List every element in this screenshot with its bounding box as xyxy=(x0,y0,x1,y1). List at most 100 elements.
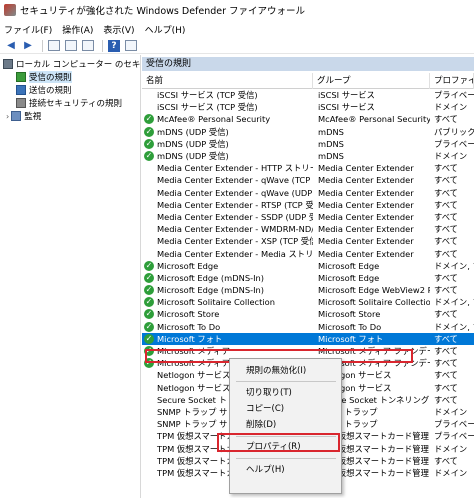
rule-profile: ドメイン xyxy=(434,406,468,417)
expand-chevron-icon[interactable]: › xyxy=(6,112,9,121)
table-row[interactable]: Media Center Extender - XSP (TCP 受信) Medi… xyxy=(142,235,474,247)
column-group[interactable]: グループ xyxy=(313,73,430,89)
rule-name: Microsoft フォト xyxy=(157,333,223,344)
disabled-rule-icon xyxy=(144,236,154,246)
rule-name: Microsoft To Do xyxy=(157,321,221,332)
rule-name: Media Center Extender - Media ストリーミ... xyxy=(157,248,313,259)
table-row[interactable]: ✓ Microsoft フォト Microsoft フォト すべて xyxy=(142,332,474,345)
menu-help[interactable]: ヘルプ(H) xyxy=(145,23,186,36)
rule-name: SNMP トラップ サ xyxy=(157,419,228,430)
table-row[interactable]: iSCSI サービス (TCP 受信) iSCSI サービス ドメイン xyxy=(142,101,474,113)
context-menu: 規則の無効化(I) 切り取り(T) コピー(C) 削除(D) プロパティ(R) … xyxy=(229,358,342,494)
rule-group: mDNS xyxy=(318,126,344,137)
ctx-help[interactable]: ヘルプ(H) xyxy=(230,463,341,477)
tree-root-local-computer[interactable]: ローカル コンピューター のセキュリティが xyxy=(3,58,140,70)
tree-item-inbound-rules[interactable]: 受信の規則 xyxy=(16,71,72,83)
rule-name-cell: ✓ Microsoft To Do xyxy=(142,321,313,332)
table-row[interactable]: iSCSI サービス (TCP 受信) iSCSI サービス プライベー xyxy=(142,89,474,101)
rule-profile: すべて xyxy=(434,370,458,381)
rule-group: Microsoft Edge WebView2 R... xyxy=(318,285,430,296)
table-row[interactable]: ✓ Microsoft Store Microsoft Store すべて xyxy=(142,308,474,320)
rule-name-cell: Media Center Extender - Media ストリーミ... xyxy=(142,248,313,260)
action-pane-icon[interactable] xyxy=(124,39,138,53)
tree-item-connection-security-rules[interactable]: 接続セキュリティの規則 xyxy=(16,97,122,109)
column-profile[interactable]: プロファイル xyxy=(430,73,474,89)
menu-action[interactable]: 操作(A) xyxy=(62,23,93,36)
table-row[interactable]: ✓ Microsoft Edge (mDNS-In) Microsoft Edge … xyxy=(142,284,474,296)
rule-profile: ドメイン xyxy=(434,102,468,113)
rule-name-cell: Media Center Extender - SSDP (UDP 受信) xyxy=(142,211,313,223)
tree-item-monitoring[interactable]: › 監視 xyxy=(6,110,41,122)
rule-profile: ドメイン, プラ xyxy=(434,321,474,332)
rule-name: Microsoft Edge (mDNS-In) xyxy=(157,285,265,296)
rule-profile: ドメイン, プラ xyxy=(434,297,474,308)
table-row[interactable]: ✓ mDNS (UDP 受信) mDNS ドメイン xyxy=(142,150,474,162)
rule-profile: プライベー xyxy=(434,90,474,101)
rule-profile: すべて xyxy=(434,272,458,283)
table-row[interactable]: Media Center Extender - qWave (TCP 受信) Me… xyxy=(142,174,474,186)
ctx-separator xyxy=(236,458,336,459)
rule-name-cell: ✓ Microsoft Store xyxy=(142,309,313,320)
rule-name-cell: ✓ Microsoft Edge xyxy=(142,260,313,271)
show-hide-tree-icon[interactable] xyxy=(64,39,78,53)
table-row[interactable]: Media Center Extender - RTSP (TCP 受信) Med… xyxy=(142,199,474,211)
table-row[interactable]: ✓ McAfee® Personal Security McAfee® Person… xyxy=(142,113,474,125)
table-row[interactable]: ✓ mDNS (UDP 受信) mDNS プライベー xyxy=(142,138,474,150)
rule-profile: すべて xyxy=(434,175,458,186)
rule-name: Secure Socket ト xyxy=(157,394,227,405)
table-row[interactable]: Media Center Extender - WMDRM-ND/R... Med… xyxy=(142,223,474,235)
rule-profile: すべて xyxy=(434,346,458,357)
menu-view[interactable]: 表示(V) xyxy=(103,23,134,36)
forward-arrow-icon[interactable]: ▶ xyxy=(21,39,35,53)
disabled-rule-icon xyxy=(144,383,154,393)
enabled-check-icon: ✓ xyxy=(144,321,154,332)
enabled-check-icon: ✓ xyxy=(144,114,154,125)
ctx-cut[interactable]: 切り取り(T) xyxy=(230,386,341,400)
ctx-copy[interactable]: コピー(C) xyxy=(230,402,341,416)
table-row[interactable]: ✓Microsoft To DoMicrosoft To Do ドメイン, プラ xyxy=(142,321,474,333)
menu-file[interactable]: ファイル(F) xyxy=(4,23,52,36)
rule-name-cell: Media Center Extender - WMDRM-ND/R... xyxy=(142,224,313,234)
help-icon[interactable]: ? xyxy=(107,39,121,53)
rule-profile: すべて xyxy=(434,309,458,320)
up-folder-icon[interactable] xyxy=(47,39,61,53)
rule-group: iSCSI サービス xyxy=(318,102,375,113)
enabled-check-icon: ✓ xyxy=(144,151,154,162)
back-arrow-icon[interactable]: ◀ xyxy=(4,39,18,53)
rule-profile: プライベー xyxy=(434,431,474,442)
table-row[interactable]: Media Center Extender - SSDP (UDP 受信) Med… xyxy=(142,211,474,223)
rule-profile: すべて xyxy=(434,236,458,247)
table-row[interactable]: Media Center Extender - qWave (UDP 受信) Me… xyxy=(142,187,474,199)
rule-profile: ドメイン xyxy=(434,467,468,478)
table-row[interactable]: Media Center Extender - Media ストリーミ... Me… xyxy=(142,247,474,259)
table-row[interactable]: Media Center Extender - HTTP ストリーミ... Med… xyxy=(142,162,474,174)
toolbar-separator xyxy=(102,39,103,52)
rule-profile: プライベー xyxy=(434,419,474,430)
rule-group: Media Center Extender xyxy=(318,211,414,222)
rule-group: Media Center Extender xyxy=(318,187,414,198)
table-row[interactable]: ✓ Microsoft Edge (mDNS-In) Microsoft Edge す… xyxy=(142,272,474,284)
title-bar: セキュリティが強化された Windows Defender ファイアウォール xyxy=(0,0,474,20)
menu-bar: ファイル(F) 操作(A) 表示(V) ヘルプ(H) xyxy=(0,20,474,38)
ctx-delete[interactable]: 削除(D) xyxy=(230,418,341,432)
disabled-rule-icon xyxy=(144,395,154,405)
ctx-disable-rule[interactable]: 規則の無効化(I) xyxy=(230,364,341,378)
disabled-rule-icon xyxy=(144,188,154,198)
rule-group: Microsoft Solitaire Collection xyxy=(318,297,430,308)
rule-group: McAfee® Personal Security xyxy=(318,114,430,125)
enabled-check-icon: ✓ xyxy=(144,309,154,320)
rule-name: McAfee® Personal Security xyxy=(157,114,271,125)
table-row[interactable]: ✓ Microsoft Solitaire Collection Microsoft… xyxy=(142,296,474,308)
rule-name-cell: ✓ Microsoft フォト xyxy=(142,333,313,345)
navigation-tree: ローカル コンピューター のセキュリティが 受信の規則 送信の規則 接続セキュリ… xyxy=(0,55,141,498)
rule-name-cell: Media Center Extender - RTSP (TCP 受信) xyxy=(142,199,313,211)
column-name[interactable]: 名前 xyxy=(142,73,313,89)
table-row[interactable]: ✓Microsoft EdgeMicrosoft Edgeドメイン, プラ xyxy=(142,260,474,272)
rule-group: Microsoft フォト xyxy=(318,333,384,344)
rule-group: Media Center Extender xyxy=(318,175,414,186)
table-row[interactable]: ✓ mDNS (UDP 受信) mDNS パブリック xyxy=(142,126,474,138)
tree-item-outbound-rules[interactable]: 送信の規則 xyxy=(16,84,72,96)
rule-name-cell: ✓ Microsoft Edge (mDNS-In) xyxy=(142,272,313,283)
disabled-rule-icon xyxy=(144,90,154,100)
export-list-icon[interactable] xyxy=(81,39,95,53)
